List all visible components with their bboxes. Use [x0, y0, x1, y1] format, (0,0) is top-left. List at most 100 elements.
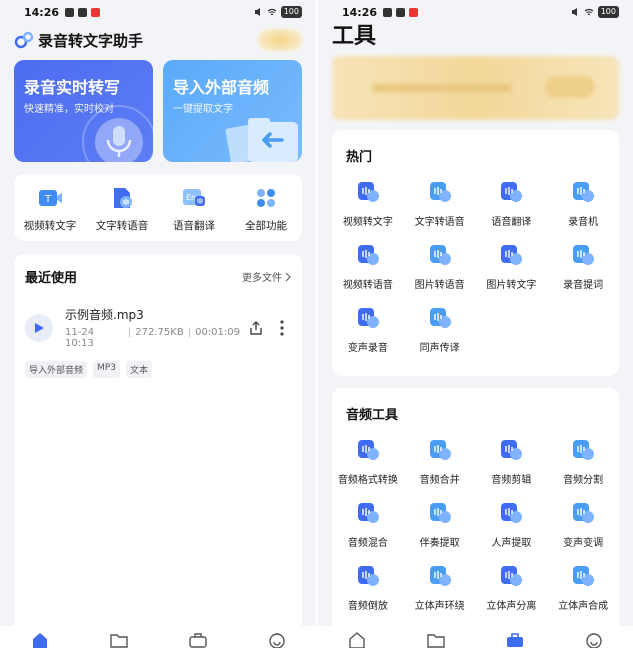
page-title: 工具	[332, 24, 377, 49]
notification-icon	[78, 7, 88, 17]
tool-video-to-text[interactable]: 视频转文字	[332, 179, 404, 228]
tab-profile[interactable]	[237, 626, 316, 650]
quick-actions: T 视频转文字 文字转语音 En 语音翻译 全部功能	[14, 174, 302, 241]
wifi-icon	[584, 8, 594, 16]
tool-audio-merge[interactable]: 音频合并	[404, 437, 476, 486]
file-tag: MP3	[93, 361, 120, 378]
more-files-link[interactable]: 更多文件	[242, 269, 291, 284]
promo-banner[interactable]	[332, 56, 619, 120]
mute-icon	[571, 8, 577, 16]
voice-translate-icon	[501, 182, 523, 202]
folder-icon	[427, 634, 445, 648]
audio-merge-icon	[429, 440, 451, 460]
quick-text-to-speech[interactable]: 文字转语音	[86, 174, 158, 241]
pitch-change-icon	[573, 503, 595, 523]
tool-label: 图片转语音	[414, 280, 465, 291]
tool-recorder[interactable]: 录音机	[547, 179, 619, 228]
tool-label: 音频格式转换	[337, 475, 398, 486]
status-time: 14:26	[24, 5, 60, 19]
play-icon	[35, 322, 44, 333]
tool-vocal-extract[interactable]: 人声提取	[476, 500, 548, 549]
tab-tools[interactable]	[158, 626, 237, 650]
battery-icon: 100	[597, 6, 619, 18]
tool-audio-split[interactable]: 音频分割	[547, 437, 619, 486]
more-options-button[interactable]	[272, 318, 292, 338]
notification-icon	[91, 7, 101, 17]
image-to-text-icon	[501, 245, 523, 265]
tab-profile[interactable]	[554, 626, 633, 650]
stereo-compose-icon	[573, 566, 595, 586]
hot-tools-section: 热门 视频转文字 文字转语音 语音翻译 录音机 视频转语音 图片转语音 图片转文字 录音提词变…	[332, 130, 619, 376]
share-icon	[250, 320, 262, 335]
file-tag: 文本	[125, 361, 152, 378]
tab-tools[interactable]	[476, 626, 555, 650]
voice-changer-record-icon	[357, 308, 379, 328]
tool-voice-changer-record[interactable]: 变声录音	[332, 305, 404, 354]
file-date: 11-24 10:13	[65, 327, 95, 349]
tool-label: 音频合并	[419, 475, 460, 486]
notification-icon	[396, 7, 406, 17]
recent-panel: 最近使用 更多文件 示例音频.mp3 11-24 10:13 | 272.75K…	[14, 254, 302, 630]
stereo-surround-icon	[429, 566, 451, 586]
tool-audio-mix[interactable]: 音频混合	[332, 500, 404, 549]
tools-screen: 14:26 100 工具 热门 视频转文字 文字转语音 语音翻译 录音机 视频转语音 图片…	[318, 0, 633, 650]
tool-label: 音频混合	[347, 538, 388, 549]
tab-home[interactable]	[0, 626, 79, 650]
tool-label: 伴奏提取	[419, 538, 460, 549]
file-name: 示例音频.mp3	[65, 308, 144, 322]
tool-audio-cut[interactable]: 音频剪辑	[476, 437, 548, 486]
tab-files[interactable]	[397, 626, 476, 650]
play-button[interactable]	[25, 313, 53, 342]
card-title: 导入外部音频	[173, 78, 270, 97]
file-row[interactable]: 示例音频.mp3 11-24 10:13 | 272.75KB | 00:01:…	[14, 286, 302, 349]
quick-all-features[interactable]: 全部功能	[230, 174, 302, 241]
folder-icon	[109, 634, 128, 648]
vip-badge[interactable]	[258, 29, 302, 51]
smile-icon	[585, 633, 602, 648]
quick-voice-translate[interactable]: En 语音翻译	[158, 174, 230, 241]
tool-interpretation[interactable]: 同声传译	[404, 305, 476, 354]
recent-title: 最近使用	[25, 271, 78, 286]
bottom-tab-bar	[318, 626, 633, 650]
status-bar: 14:26 100	[0, 0, 316, 24]
tool-voice-translate[interactable]: 语音翻译	[476, 179, 548, 228]
tool-teleprompter[interactable]: 录音提词	[547, 242, 619, 291]
image-to-audio-icon	[429, 245, 451, 265]
home-icon	[32, 633, 47, 648]
tool-format-convert[interactable]: 音频格式转换	[332, 437, 404, 486]
tool-stereo-separate[interactable]: 立体声分离	[476, 563, 548, 612]
tool-label: 录音机	[568, 217, 599, 228]
share-button[interactable]	[246, 318, 266, 338]
tool-label: 音频剪辑	[491, 475, 532, 486]
import-audio-card[interactable]: 导入外部音频 一键提取文字	[163, 60, 302, 162]
status-time: 14:26	[342, 5, 378, 19]
all-features-icon	[257, 189, 275, 207]
app-header: 录音转文字助手	[14, 26, 302, 54]
tool-stereo-surround[interactable]: 立体声环绕	[404, 563, 476, 612]
tool-image-to-text[interactable]: 图片转文字	[476, 242, 548, 291]
home-icon	[349, 632, 366, 648]
tool-text-to-speech[interactable]: 文字转语音	[404, 179, 476, 228]
tool-pitch-change[interactable]: 变声变调	[547, 500, 619, 549]
tool-label: 视频转语音	[342, 280, 393, 291]
tool-label: 音频倒放	[347, 601, 388, 612]
tool-accompaniment-extract[interactable]: 伴奏提取	[404, 500, 476, 549]
tool-audio-reverse[interactable]: 音频倒放	[332, 563, 404, 612]
app-title: 录音转文字助手	[38, 31, 144, 50]
record-realtime-card[interactable]: 录音实时转写 快速精准，实时校对	[14, 60, 153, 162]
tool-image-to-audio[interactable]: 图片转语音	[404, 242, 476, 291]
tool-label: 立体声环绕	[414, 601, 465, 612]
tab-files[interactable]	[79, 626, 158, 650]
tool-label: 立体声合成	[558, 601, 609, 612]
microphone-icon	[82, 105, 153, 162]
tab-home[interactable]	[318, 626, 397, 650]
video-to-text-icon: T	[39, 190, 62, 206]
notification-icon	[65, 7, 75, 17]
tool-label: 语音翻译	[491, 217, 532, 228]
tool-stereo-compose[interactable]: 立体声合成	[547, 563, 619, 612]
file-tag: 导入外部音频	[25, 361, 88, 378]
tool-video-to-audio[interactable]: 视频转语音	[332, 242, 404, 291]
quick-video-to-text[interactable]: T 视频转文字	[14, 174, 86, 241]
wifi-icon	[267, 8, 277, 16]
interpretation-icon	[429, 308, 451, 328]
